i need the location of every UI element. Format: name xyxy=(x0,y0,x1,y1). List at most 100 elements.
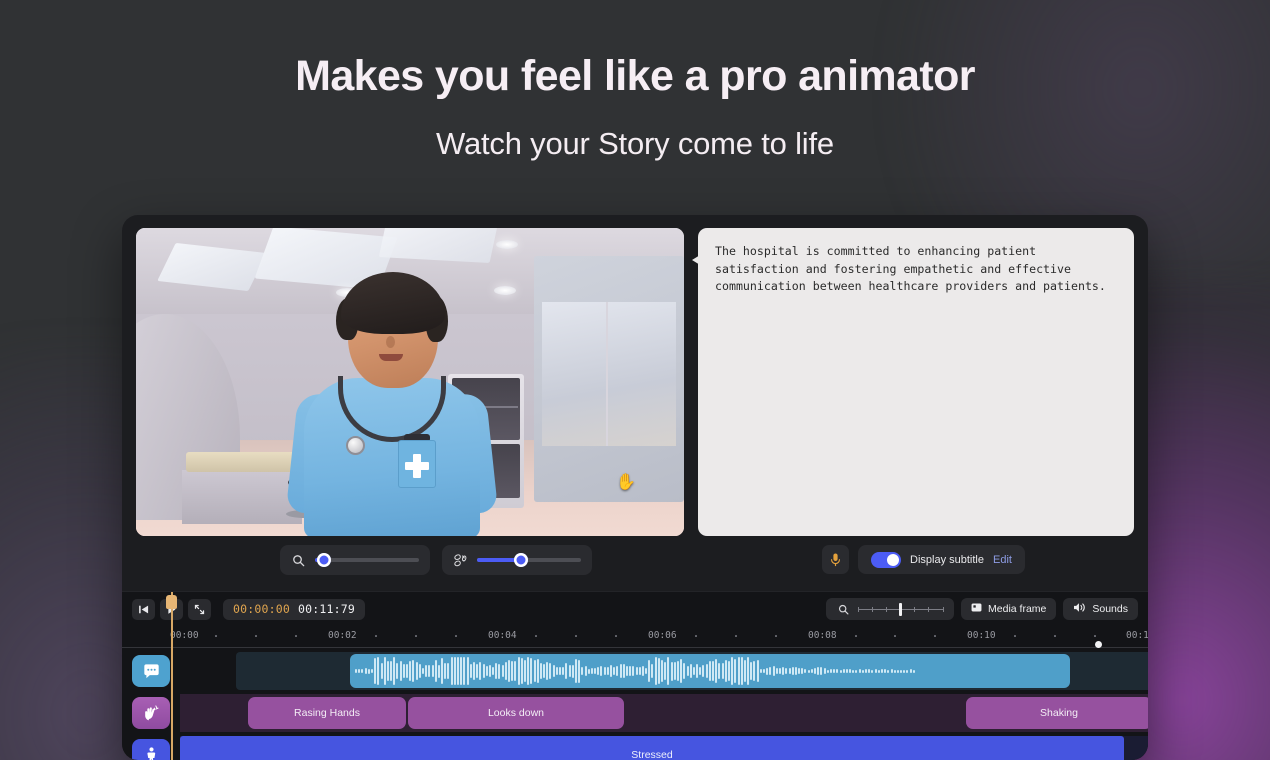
track-speech xyxy=(122,652,1148,690)
waveform-bar xyxy=(610,665,612,677)
waveform-bar xyxy=(641,666,644,676)
waveform-bar xyxy=(845,668,848,674)
audio-clip[interactable] xyxy=(350,654,1070,688)
waveform-bar xyxy=(702,665,705,677)
zoom-slider-track[interactable] xyxy=(315,553,419,567)
waveform-bar xyxy=(530,658,533,684)
display-subtitle-control[interactable]: Display subtitle Edit xyxy=(858,545,1025,574)
timeline-zoom-knob[interactable] xyxy=(899,602,903,616)
waveform-bar xyxy=(364,668,367,674)
edit-subtitle-link[interactable]: Edit xyxy=(993,554,1012,566)
waveform-bar xyxy=(358,669,361,673)
waveform-bar xyxy=(504,662,507,680)
waveform-bar xyxy=(450,657,453,685)
waveform-bar xyxy=(880,669,883,673)
waveform-bar xyxy=(731,657,734,685)
character-hair xyxy=(341,272,445,334)
gesture-clip[interactable]: Shaking xyxy=(966,697,1148,729)
waveform-bar xyxy=(657,657,660,685)
waveform-bar xyxy=(555,666,558,676)
waveform-bar xyxy=(527,657,530,685)
total-time: 00:11:79 xyxy=(298,602,355,616)
waveform-bar xyxy=(523,660,526,682)
waveform-bar xyxy=(549,663,552,679)
waveform-bar xyxy=(396,663,399,679)
ruler-label: 00:06 xyxy=(648,630,677,641)
waveform-bar xyxy=(676,661,679,681)
ceiling-light-panel xyxy=(157,242,267,292)
waveform-bar xyxy=(877,669,880,673)
magnifier-icon xyxy=(291,553,306,568)
waveform-bar xyxy=(708,661,711,681)
hand-cursor-icon: ✋ xyxy=(616,474,636,491)
gesture-clip[interactable]: Rasing Hands xyxy=(248,697,406,729)
waveform-bar xyxy=(406,664,408,678)
waveform-bar xyxy=(460,657,463,685)
waveform-bar xyxy=(645,668,648,674)
timeline-ruler[interactable]: 00:00 00:02 00:04 00:06 00:08 00:10 00:1… xyxy=(122,626,1148,648)
playhead-handle[interactable] xyxy=(166,595,177,609)
waveform-bar xyxy=(842,669,845,673)
scene-window-glass xyxy=(542,302,676,446)
waveform-bar xyxy=(415,662,418,680)
zoom-slider-control[interactable] xyxy=(280,545,430,575)
waveform-bar xyxy=(791,666,794,676)
body-clip[interactable]: Stressed xyxy=(180,736,1124,760)
sounds-label: Sounds xyxy=(1092,603,1128,615)
gesture-clip-label: Shaking xyxy=(1040,707,1078,719)
clapping-hands-icon[interactable] xyxy=(132,697,170,729)
timeline-playhead[interactable] xyxy=(166,592,177,760)
waveform-bar xyxy=(817,667,820,675)
waveform-bar xyxy=(868,669,871,673)
waveform-bar xyxy=(852,669,855,673)
waveform-bar xyxy=(686,665,689,677)
waveform-bar xyxy=(380,662,383,680)
ruler-label: 00:02 xyxy=(328,630,357,641)
waveform-bar xyxy=(849,668,852,674)
waveform-bar xyxy=(367,668,370,674)
character-nurse xyxy=(285,258,499,536)
waveform-bar xyxy=(399,660,402,682)
pose-slider-control[interactable] xyxy=(442,545,592,575)
pose-slider-knob[interactable] xyxy=(514,553,528,567)
microphone-button[interactable] xyxy=(822,545,849,574)
waveform-bar xyxy=(903,669,906,673)
waveform-bar xyxy=(804,669,807,673)
timeline-tracks: Rasing Hands Looks down Shaking Stressed xyxy=(122,648,1148,760)
expand-button[interactable] xyxy=(188,598,211,620)
view-controls-group xyxy=(280,545,592,575)
waveform-bar xyxy=(571,664,574,678)
gesture-track-body: Rasing Hands Looks down Shaking xyxy=(180,694,1148,732)
sounds-button[interactable]: Sounds xyxy=(1063,598,1138,620)
timeline-zoom-slider[interactable] xyxy=(826,598,955,620)
gesture-clip[interactable]: Looks down xyxy=(408,697,624,729)
waveform-bar xyxy=(861,669,864,673)
speech-bubble-icon[interactable] xyxy=(132,655,170,687)
skip-to-start-button[interactable] xyxy=(132,598,155,620)
waveform-bar xyxy=(826,669,829,673)
timeline-end-marker[interactable] xyxy=(1095,641,1102,648)
ruler-label: 00:12 xyxy=(1126,630,1148,641)
track-gesture: Rasing Hands Looks down Shaking xyxy=(122,694,1148,732)
pose-slider-track[interactable] xyxy=(477,553,581,567)
waveform-bar xyxy=(906,669,909,673)
waveform-bar xyxy=(900,669,903,673)
timeline-zoom-track[interactable] xyxy=(858,602,945,616)
waveform-bar xyxy=(469,663,472,679)
waveform-bar xyxy=(858,668,861,674)
script-text[interactable]: The hospital is committed to enhancing p… xyxy=(698,228,1134,536)
waveform-bar xyxy=(871,669,874,673)
video-preview[interactable]: ✋ xyxy=(136,228,684,536)
waveform-bar xyxy=(437,664,440,678)
script-panel-wrapper: The hospital is committed to enhancing p… xyxy=(698,228,1134,536)
waveform-bar xyxy=(508,660,510,682)
media-frame-button[interactable]: Media frame xyxy=(961,598,1057,620)
gesture-clip-label: Rasing Hands xyxy=(294,707,360,719)
waveform-bar xyxy=(820,666,823,676)
waveform-bar xyxy=(769,666,772,676)
zoom-slider-knob[interactable] xyxy=(317,553,331,567)
person-icon[interactable] xyxy=(132,739,170,760)
current-time: 00:00:00 xyxy=(233,602,290,616)
display-subtitle-toggle[interactable] xyxy=(871,551,901,568)
waveform-bar xyxy=(463,657,466,685)
